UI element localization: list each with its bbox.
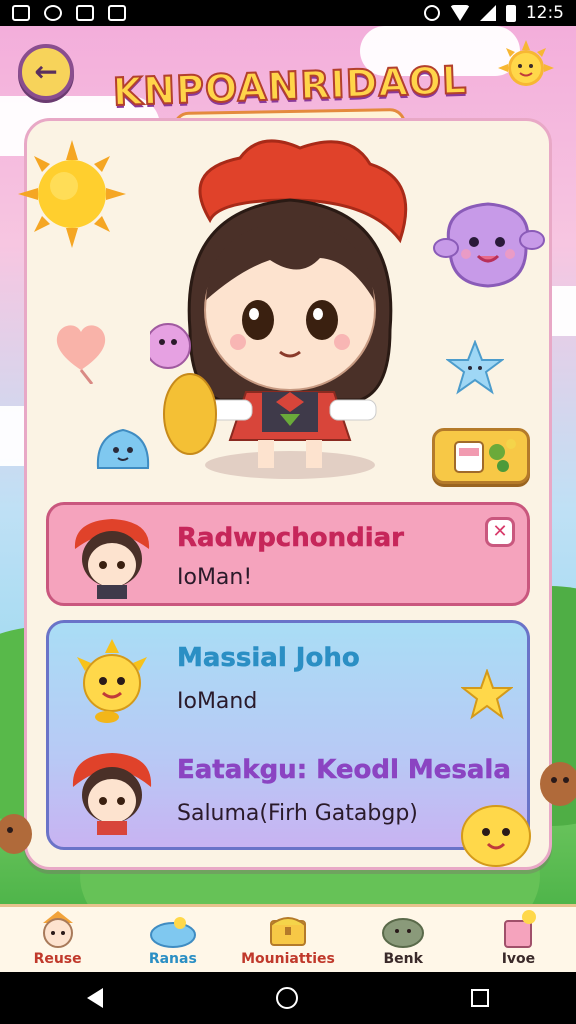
system-recents-icon[interactable] [471, 989, 490, 1007]
character-name: Eatakgu: Keodl Mesala [177, 755, 511, 786]
wifi-icon [449, 5, 470, 21]
gift-box-icon [504, 910, 537, 948]
close-icon: ✕ [492, 521, 508, 542]
character-avatar [74, 519, 150, 599]
rock-icon [382, 918, 425, 948]
nav-item-reuse[interactable]: Reuse [0, 907, 115, 972]
sticker-button[interactable] [432, 428, 530, 484]
battery-icon [505, 4, 516, 22]
notification-icon [12, 5, 30, 21]
sun-character-avatar [77, 639, 147, 723]
character-avatar [72, 753, 152, 835]
mail-icon [76, 5, 94, 21]
character-name: Radwpchondiar [177, 523, 405, 554]
system-navigation-bar [0, 972, 576, 1024]
character-name: Massial Joho [177, 643, 360, 674]
gift-cup-icon [454, 439, 516, 473]
nav-item-ranas[interactable]: Ranas [115, 907, 230, 972]
nav-label: Ranas [148, 951, 197, 967]
chick-mascot-icon [461, 805, 531, 867]
back-button[interactable]: ← [18, 44, 74, 100]
bottom-navigation: Reuse Ranas Mouniatties Benk Ivoe [0, 904, 576, 972]
purple-creature-icon [433, 202, 545, 288]
brown-creature-icon [540, 762, 576, 806]
hero-character-image [150, 139, 408, 479]
nav-item-benk[interactable]: Benk [346, 907, 461, 972]
sun-mascot-icon [498, 40, 554, 86]
character-status: IoMan! [177, 565, 253, 590]
remove-button[interactable]: ✕ [485, 517, 515, 547]
character-list-item[interactable]: Massial Joho IoMand [49, 629, 527, 729]
muted-icon [108, 5, 126, 21]
nav-label: Ivoe [501, 951, 536, 967]
page-title: KNPOANRIDAOL [111, 57, 469, 115]
character-list-item[interactable]: Radwpchondiar IoMan! ✕ [46, 502, 530, 606]
alarm-icon [423, 5, 440, 21]
system-back-icon[interactable] [86, 988, 103, 1008]
back-arrow-icon: ← [34, 55, 58, 88]
nav-label: Mouniatties [241, 951, 335, 967]
nav-item-ivoe[interactable]: Ivoe [461, 907, 576, 972]
nav-label: Benk [383, 951, 423, 967]
character-status: Saluma(Firh Gatabgp) [177, 801, 418, 826]
status-bar: 12:5 [0, 0, 576, 26]
character-icon [42, 911, 73, 948]
nav-item-mouniatties[interactable]: Mouniatties [230, 907, 345, 972]
blue-slime-icon [96, 428, 150, 469]
favorite-star-icon[interactable] [461, 669, 513, 721]
sun-icon [18, 140, 126, 248]
heart-balloon-icon [56, 325, 106, 384]
status-time: 12:5 [525, 3, 564, 23]
blue-star-icon [446, 340, 504, 395]
brown-creature-icon [0, 814, 32, 854]
system-home-icon[interactable] [275, 987, 298, 1009]
treasure-chest-icon [270, 917, 306, 946]
signal-icon [479, 5, 496, 21]
slime-bowl-icon [149, 917, 196, 948]
nav-label: Reuse [33, 951, 82, 967]
app-notification-icon [44, 5, 62, 21]
character-status: IoMand [177, 689, 258, 714]
